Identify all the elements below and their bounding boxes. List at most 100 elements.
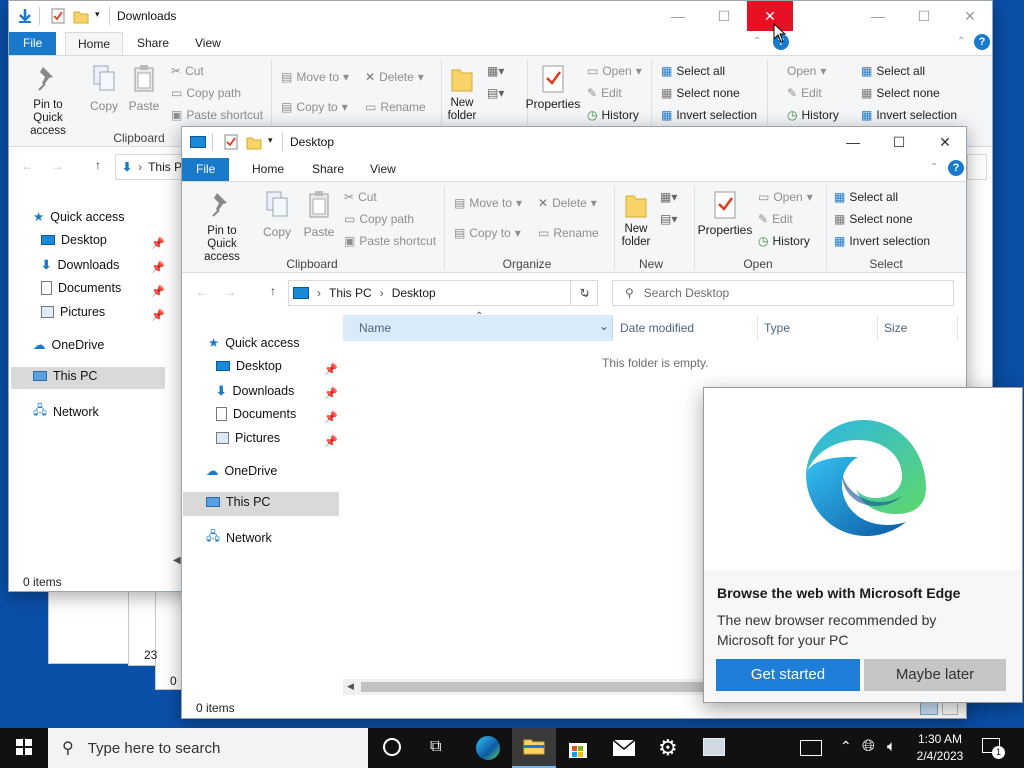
- select-none-button[interactable]: ▦ Select none: [661, 86, 740, 100]
- sidebar-item-desktop[interactable]: Desktop: [41, 233, 107, 247]
- close-button-2[interactable]: ✕: [947, 1, 993, 31]
- qat-dropdown-icon[interactable]: ▾: [95, 9, 100, 20]
- easy-access-icon[interactable]: ▤▾: [487, 86, 504, 100]
- taskbar-search-box[interactable]: ⚲ Type here to search: [48, 728, 368, 768]
- invert-selection-button[interactable]: ▦ Invert selection: [834, 234, 930, 248]
- ribbon-collapse-icon[interactable]: ⌃: [753, 36, 761, 47]
- column-dropdown-icon[interactable]: ⌄: [599, 319, 609, 333]
- tab-home[interactable]: Home: [65, 32, 124, 55]
- column-header-size[interactable]: Size: [878, 315, 958, 341]
- rename-button[interactable]: ▭ Rename: [365, 100, 426, 114]
- sidebar-item-documents[interactable]: Documents: [41, 281, 121, 295]
- select-all-button[interactable]: ▦ Select all: [834, 190, 898, 204]
- tab-file[interactable]: File: [9, 32, 57, 55]
- move-to-button[interactable]: ▤ Move to ▾: [454, 196, 522, 210]
- sidebar-item-network[interactable]: 🖧 Network: [206, 527, 272, 548]
- maximize-button-2[interactable]: ☐: [901, 1, 947, 31]
- pin-to-quick-access-button[interactable]: Pin to Quick access: [13, 64, 83, 138]
- new-item-icon[interactable]: ▦▾: [487, 64, 504, 78]
- show-hidden-icons-chevron[interactable]: ⌃: [840, 738, 852, 755]
- open-button-2[interactable]: Open ▾: [787, 64, 826, 78]
- invert-selection-button[interactable]: ▦ Invert selection: [661, 108, 757, 122]
- back-arrow-icon[interactable]: ←: [21, 159, 33, 173]
- breadcrumb-this-pc[interactable]: This PC: [329, 286, 372, 300]
- refresh-button[interactable]: ↻: [570, 280, 598, 306]
- breadcrumb-desktop[interactable]: Desktop: [392, 286, 436, 300]
- settings-gear-icon[interactable]: ⚙: [658, 735, 678, 761]
- close-button[interactable]: ✕: [922, 127, 968, 157]
- start-button[interactable]: [0, 728, 48, 768]
- new-folder-icon[interactable]: [246, 134, 262, 150]
- notification-button[interactable]: 1: [982, 738, 1005, 759]
- action-center-news-icon[interactable]: [800, 740, 822, 756]
- search-box-partial[interactable]: [967, 154, 987, 180]
- tab-file[interactable]: File: [182, 158, 230, 181]
- history-button-2[interactable]: ◷ History: [787, 108, 839, 122]
- pin-to-quick-access-button[interactable]: Pin to Quick access: [186, 190, 258, 264]
- edge-taskbar-icon[interactable]: [476, 736, 500, 760]
- maybe-later-button[interactable]: Maybe later: [864, 659, 1006, 691]
- copy-button[interactable]: Copy: [85, 64, 123, 113]
- history-button[interactable]: ◷ History: [587, 108, 639, 122]
- store-icon[interactable]: [567, 737, 589, 762]
- qat-dropdown-icon[interactable]: ▾: [268, 135, 273, 146]
- sidebar-item-onedrive[interactable]: ☁ OneDrive: [206, 463, 277, 479]
- cut-button[interactable]: ✂ Cut: [344, 190, 377, 204]
- control-panel-icon[interactable]: [703, 738, 725, 756]
- edit-button[interactable]: ✎ Edit: [587, 86, 622, 100]
- scroll-left-icon[interactable]: ◀: [347, 681, 354, 692]
- tab-view[interactable]: View: [183, 32, 233, 55]
- sidebar-item-this-pc[interactable]: This PC: [206, 495, 270, 509]
- cut-button[interactable]: ✂ Cut: [171, 64, 204, 78]
- new-folder-button[interactable]: New folder: [445, 64, 479, 123]
- column-header-type[interactable]: Type: [758, 315, 878, 341]
- get-started-button[interactable]: Get started: [716, 659, 860, 691]
- scroll-left-icon[interactable]: ◀: [173, 555, 181, 566]
- copy-path-button[interactable]: ▭ Copy path: [344, 212, 414, 226]
- new-item-icon[interactable]: ▦▾: [660, 190, 677, 204]
- copy-to-button[interactable]: ▤ Copy to ▾: [281, 100, 348, 114]
- invert-selection-button-2[interactable]: ▦ Invert selection: [861, 108, 957, 122]
- edit-button-2[interactable]: ✎ Edit: [787, 86, 822, 100]
- edit-button[interactable]: ✎ Edit: [758, 212, 793, 226]
- select-none-button[interactable]: ▦ Select none: [834, 212, 913, 226]
- sidebar-item-downloads[interactable]: ⬇ Downloads: [216, 383, 294, 399]
- details-view-icon[interactable]: [920, 701, 938, 715]
- properties-button[interactable]: Properties: [694, 190, 756, 237]
- copy-path-button[interactable]: ▭ Copy path: [171, 86, 241, 100]
- large-icons-view-icon[interactable]: [942, 701, 958, 715]
- select-none-button-2[interactable]: ▦ Select none: [861, 86, 940, 100]
- up-arrow-icon[interactable]: ↑: [95, 158, 101, 172]
- tab-share[interactable]: Share: [125, 32, 181, 55]
- properties-check-icon[interactable]: [51, 8, 65, 24]
- address-box[interactable]: › This PC › Desktop ⌄: [288, 280, 598, 306]
- maximize-button[interactable]: ☐: [701, 1, 747, 31]
- paste-button[interactable]: Paste: [300, 190, 338, 239]
- ribbon-collapse-icon-2[interactable]: ⌃: [957, 36, 965, 47]
- forward-arrow-icon[interactable]: →: [51, 159, 63, 173]
- sidebar-item-pictures[interactable]: Pictures: [216, 431, 280, 445]
- column-header-name[interactable]: ⌃ Name ⌄: [343, 311, 613, 341]
- column-header-date-modified[interactable]: Date modified: [614, 315, 758, 341]
- help-icon[interactable]: ?: [948, 160, 964, 176]
- maximize-button[interactable]: ☐: [876, 127, 922, 157]
- sidebar-item-downloads[interactable]: ⬇ Downloads: [41, 257, 119, 273]
- sidebar-item-network[interactable]: 🖧 Network: [33, 401, 99, 422]
- history-button[interactable]: ◷ History: [758, 234, 810, 248]
- sidebar-item-quick-access[interactable]: ★ Quick access: [33, 209, 125, 225]
- minimize-button[interactable]: ―: [830, 127, 876, 157]
- delete-button[interactable]: ✕ Delete ▾: [538, 196, 597, 210]
- sidebar-item-this-pc[interactable]: This PC: [33, 369, 97, 383]
- minimize-button-2[interactable]: ―: [855, 1, 901, 31]
- sidebar-item-desktop[interactable]: Desktop: [216, 359, 282, 373]
- tab-share[interactable]: Share: [300, 158, 356, 181]
- select-all-button-2[interactable]: ▦ Select all: [861, 64, 925, 78]
- rename-button[interactable]: ▭ Rename: [538, 226, 599, 240]
- copy-button[interactable]: Copy: [258, 190, 296, 239]
- paste-shortcut-button[interactable]: ▣ Paste shortcut: [344, 234, 436, 248]
- mail-icon[interactable]: [612, 739, 636, 760]
- downloads-titlebar[interactable]: ▾ Downloads ― ☐ ✕ ― ☐ ✕: [9, 1, 992, 31]
- easy-access-icon[interactable]: ▤▾: [660, 212, 677, 226]
- help-icon-2[interactable]: ?: [974, 34, 990, 50]
- paste-button[interactable]: Paste: [125, 64, 163, 113]
